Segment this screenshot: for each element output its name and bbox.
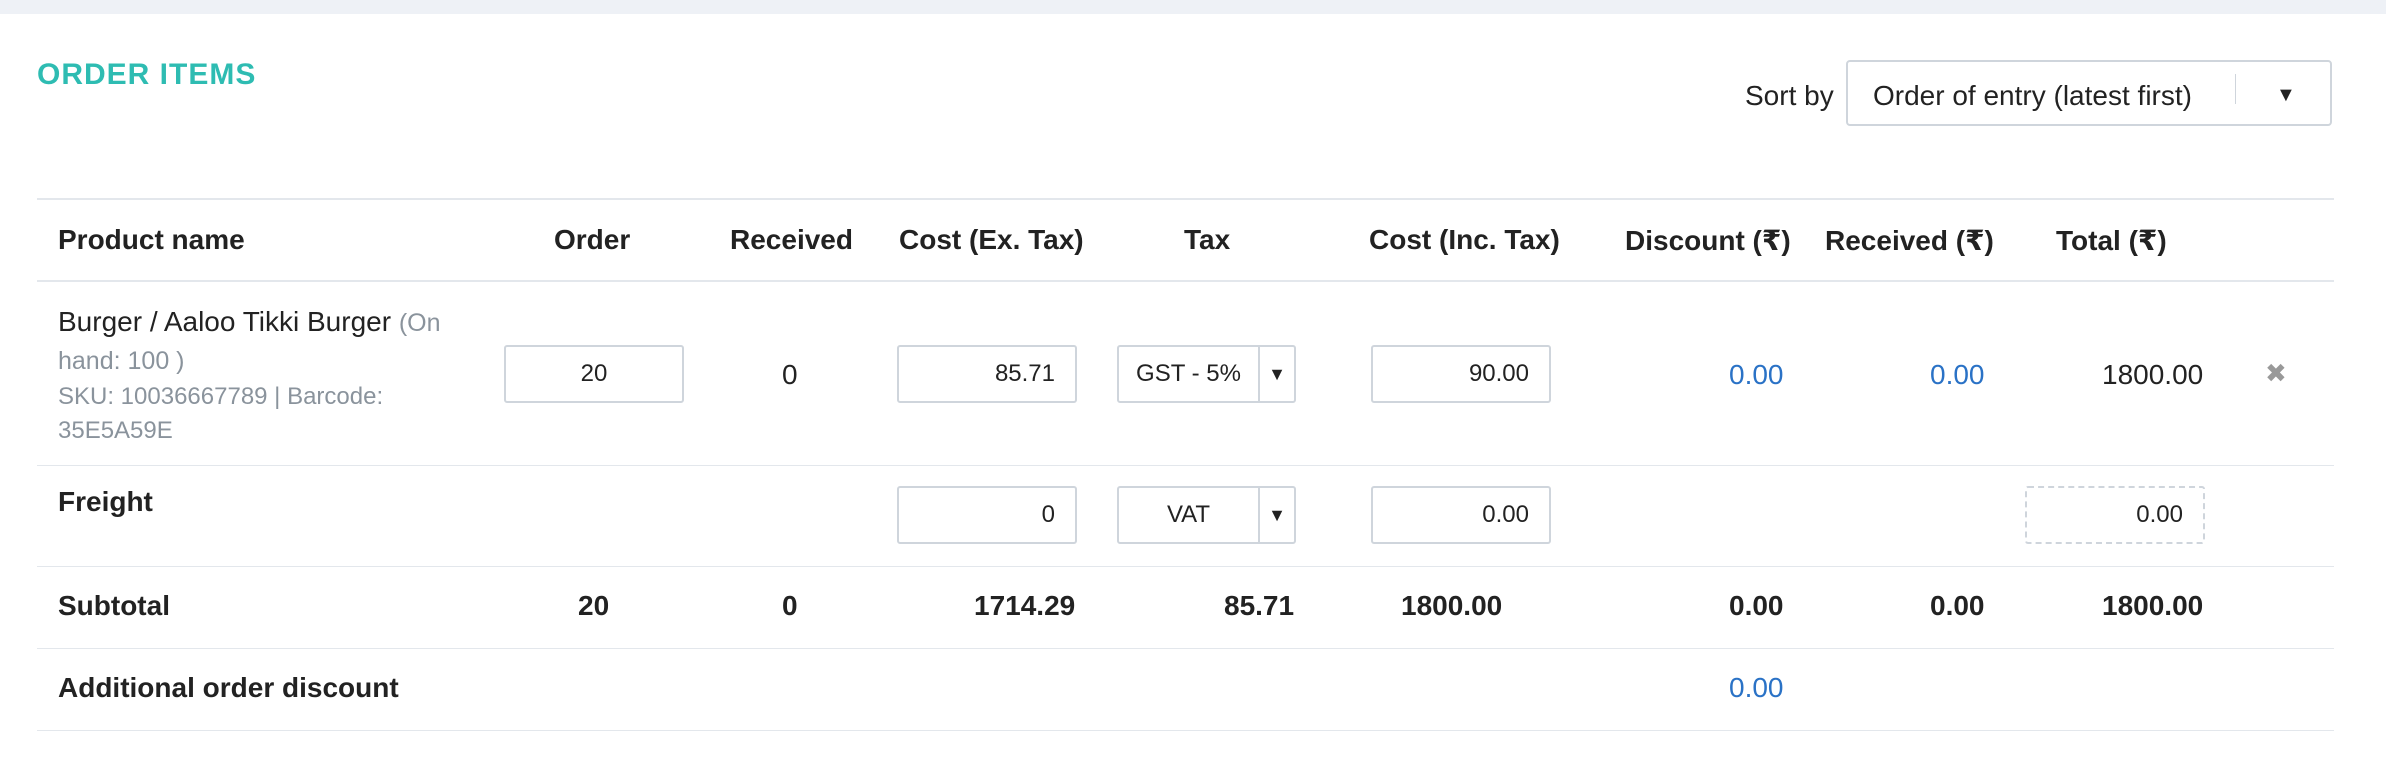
row-divider: [37, 730, 2334, 731]
freight-total-field[interactable]: 0.00: [2025, 486, 2205, 544]
col-header-cost-ex-tax: Cost (Ex. Tax): [899, 224, 1084, 255]
order-items-card: ORDER ITEMS Sort by Order of entry (late…: [0, 14, 2386, 758]
chevron-down-icon[interactable]: ▼: [2276, 84, 2296, 107]
subtotal-order: 20: [578, 590, 610, 621]
subtotal-total: 1800.00: [2102, 590, 2204, 621]
freight-cost-input[interactable]: 0: [897, 486, 1077, 544]
freight-tax-select[interactable]: VAT ▼: [1117, 486, 1296, 544]
section-title: ORDER ITEMS: [37, 58, 257, 91]
row-divider: [37, 465, 2334, 466]
subtotal-received-amount: 0.00: [1930, 590, 1985, 621]
sort-select[interactable]: Order of entry (latest first) ▼: [1846, 60, 2332, 126]
sort-by-label: Sort by: [1745, 80, 1834, 111]
subtotal-label: Subtotal: [58, 590, 170, 621]
subtotal-discount: 0.00: [1729, 590, 1784, 621]
chevron-down-icon[interactable]: ▼: [1258, 486, 1296, 544]
product-name-cell: Burger / Aaloo Tikki Burger (On: [58, 302, 441, 343]
row-total: 1800.00: [2102, 359, 2204, 390]
received-amount-link[interactable]: 0.00: [1930, 359, 1985, 391]
freight-tax-select-value: VAT: [1117, 486, 1260, 544]
subtotal-cost-inc-tax: 1800.00: [1401, 590, 1503, 621]
sku-barcode-text: SKU: 10036667789 | Barcode:: [58, 383, 384, 410]
col-header-cost-inc-tax: Cost (Inc. Tax): [1369, 224, 1560, 255]
product-name: Burger / Aaloo Tikki Burger: [58, 306, 392, 337]
additional-discount-label: Additional order discount: [58, 672, 399, 703]
col-header-discount: Discount (₹): [1625, 225, 1791, 256]
tax-select[interactable]: GST - 5% ▼: [1117, 345, 1296, 403]
table-top-border: [37, 198, 2334, 200]
received-qty: 0: [782, 359, 798, 390]
col-header-tax: Tax: [1184, 224, 1231, 255]
sort-select-value: Order of entry (latest first): [1873, 80, 2192, 111]
additional-discount-link[interactable]: 0.00: [1729, 672, 1784, 704]
remove-item-icon[interactable]: ✖: [2265, 358, 2287, 389]
col-header-product-name: Product name: [58, 224, 245, 255]
subtotal-cost-ex-tax: 1714.29: [974, 590, 1076, 621]
col-header-total: Total (₹): [2056, 225, 2167, 256]
freight-cost-inc-tax-input[interactable]: 0.00: [1371, 486, 1551, 544]
subtotal-tax: 85.71: [1224, 590, 1295, 621]
col-header-received-amount: Received (₹): [1825, 225, 1994, 256]
subtotal-received: 0: [782, 590, 798, 621]
discount-link[interactable]: 0.00: [1729, 359, 1784, 391]
chevron-down-icon[interactable]: ▼: [1258, 345, 1296, 403]
cost-inc-tax-input[interactable]: 90.00: [1371, 345, 1551, 403]
cost-ex-tax-input[interactable]: 85.71: [897, 345, 1077, 403]
on-hand-text-cont: hand: 100 ): [58, 347, 185, 375]
col-header-received: Received: [730, 224, 853, 255]
tax-select-value: GST - 5%: [1117, 345, 1260, 403]
sort-select-divider: [2235, 74, 2236, 104]
header-bottom-border: [37, 280, 2334, 282]
row-divider: [37, 566, 2334, 567]
on-hand-text: (On: [398, 309, 441, 337]
row-divider: [37, 648, 2334, 649]
order-qty-input[interactable]: 20: [504, 345, 684, 403]
barcode-value: 35E5A59E: [58, 417, 173, 444]
freight-label: Freight: [58, 486, 153, 517]
col-header-order: Order: [554, 224, 631, 255]
